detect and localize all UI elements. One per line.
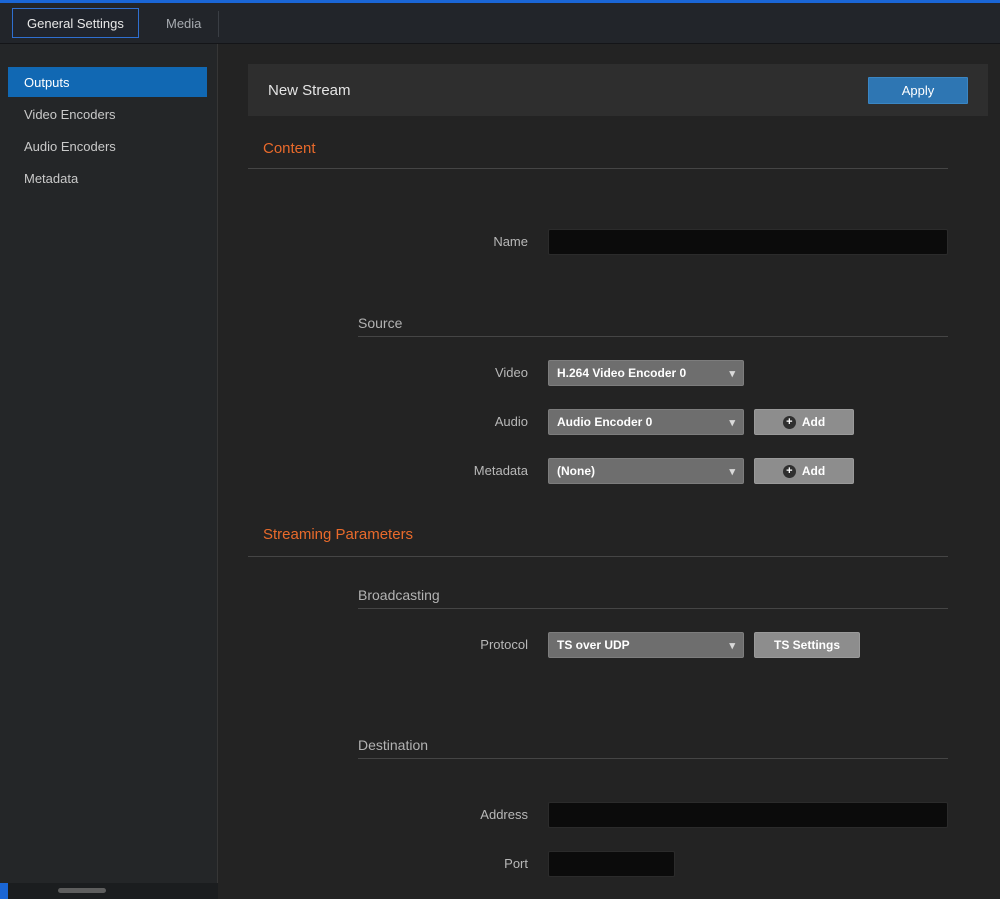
- scrollbar-corner-accent: [0, 883, 8, 899]
- metadata-dropdown[interactable]: (None) ▾: [548, 458, 744, 484]
- protocol-label: Protocol: [328, 632, 528, 658]
- divider: [248, 556, 948, 557]
- tab-media-label: Media: [166, 16, 201, 31]
- chevron-down-icon: ▾: [721, 416, 735, 429]
- sidebar-item-outputs[interactable]: Outputs: [8, 67, 207, 97]
- chevron-down-icon: ▾: [721, 465, 735, 478]
- divider: [358, 336, 948, 337]
- sidebar-item-video-encoders-label: Video Encoders: [24, 107, 116, 122]
- video-label: Video: [328, 360, 528, 386]
- ts-settings-button-label: TS Settings: [774, 638, 840, 652]
- sidebar-item-video-encoders[interactable]: Video Encoders: [8, 99, 207, 129]
- sidebar-scrollbar-track: [0, 883, 218, 899]
- video-encoder-dropdown[interactable]: H.264 Video Encoder 0 ▾: [548, 360, 744, 386]
- sidebar: Outputs Video Encoders Audio Encoders Me…: [0, 44, 218, 899]
- sidebar-item-audio-encoders[interactable]: Audio Encoders: [8, 131, 207, 161]
- subsection-title-destination: Destination: [358, 737, 428, 753]
- sidebar-list: Outputs Video Encoders Audio Encoders Me…: [0, 44, 217, 193]
- top-navigation-bar: General Settings Media: [0, 0, 1000, 44]
- divider: [248, 168, 948, 169]
- protocol-selected-value: TS over UDP: [557, 638, 630, 652]
- subsection-title-source: Source: [358, 315, 402, 331]
- audio-label: Audio: [328, 409, 528, 435]
- tab-media[interactable]: Media: [152, 8, 215, 38]
- add-metadata-button-label: Add: [802, 464, 825, 478]
- add-metadata-button[interactable]: + Add: [754, 458, 854, 484]
- sidebar-item-outputs-label: Outputs: [24, 75, 70, 90]
- section-title-content: Content: [263, 140, 316, 157]
- app-window: General Settings Media Outputs Video Enc…: [0, 0, 1000, 899]
- page-title: New Stream: [268, 82, 351, 99]
- sidebar-item-metadata[interactable]: Metadata: [8, 163, 207, 193]
- protocol-dropdown[interactable]: TS over UDP ▾: [548, 632, 744, 658]
- metadata-selected-value: (None): [557, 464, 595, 478]
- metadata-label: Metadata: [328, 458, 528, 484]
- name-label: Name: [328, 229, 528, 255]
- topbar-divider: [218, 11, 219, 37]
- address-input[interactable]: [548, 802, 948, 828]
- stream-header-bar: New Stream Apply: [248, 64, 988, 116]
- plus-icon: +: [783, 416, 796, 429]
- add-audio-button[interactable]: + Add: [754, 409, 854, 435]
- plus-icon: +: [783, 465, 796, 478]
- chevron-down-icon: ▾: [721, 367, 735, 380]
- tab-general-settings[interactable]: General Settings: [12, 8, 139, 38]
- section-title-streaming-parameters: Streaming Parameters: [263, 526, 413, 543]
- audio-encoder-selected-value: Audio Encoder 0: [557, 415, 652, 429]
- ts-settings-button[interactable]: TS Settings: [754, 632, 860, 658]
- sidebar-item-metadata-label: Metadata: [24, 171, 78, 186]
- port-input[interactable]: [548, 851, 675, 877]
- divider: [358, 758, 948, 759]
- chevron-down-icon: ▾: [721, 639, 735, 652]
- tab-general-settings-label: General Settings: [27, 16, 124, 31]
- divider: [358, 608, 948, 609]
- address-label: Address: [328, 802, 528, 828]
- name-input[interactable]: [548, 229, 948, 255]
- audio-encoder-dropdown[interactable]: Audio Encoder 0 ▾: [548, 409, 744, 435]
- sidebar-scrollbar-thumb[interactable]: [58, 888, 106, 893]
- subsection-title-broadcasting: Broadcasting: [358, 587, 440, 603]
- port-label: Port: [328, 851, 528, 877]
- apply-button[interactable]: Apply: [868, 77, 968, 104]
- add-audio-button-label: Add: [802, 415, 825, 429]
- video-encoder-selected-value: H.264 Video Encoder 0: [557, 366, 686, 380]
- sidebar-item-audio-encoders-label: Audio Encoders: [24, 139, 116, 154]
